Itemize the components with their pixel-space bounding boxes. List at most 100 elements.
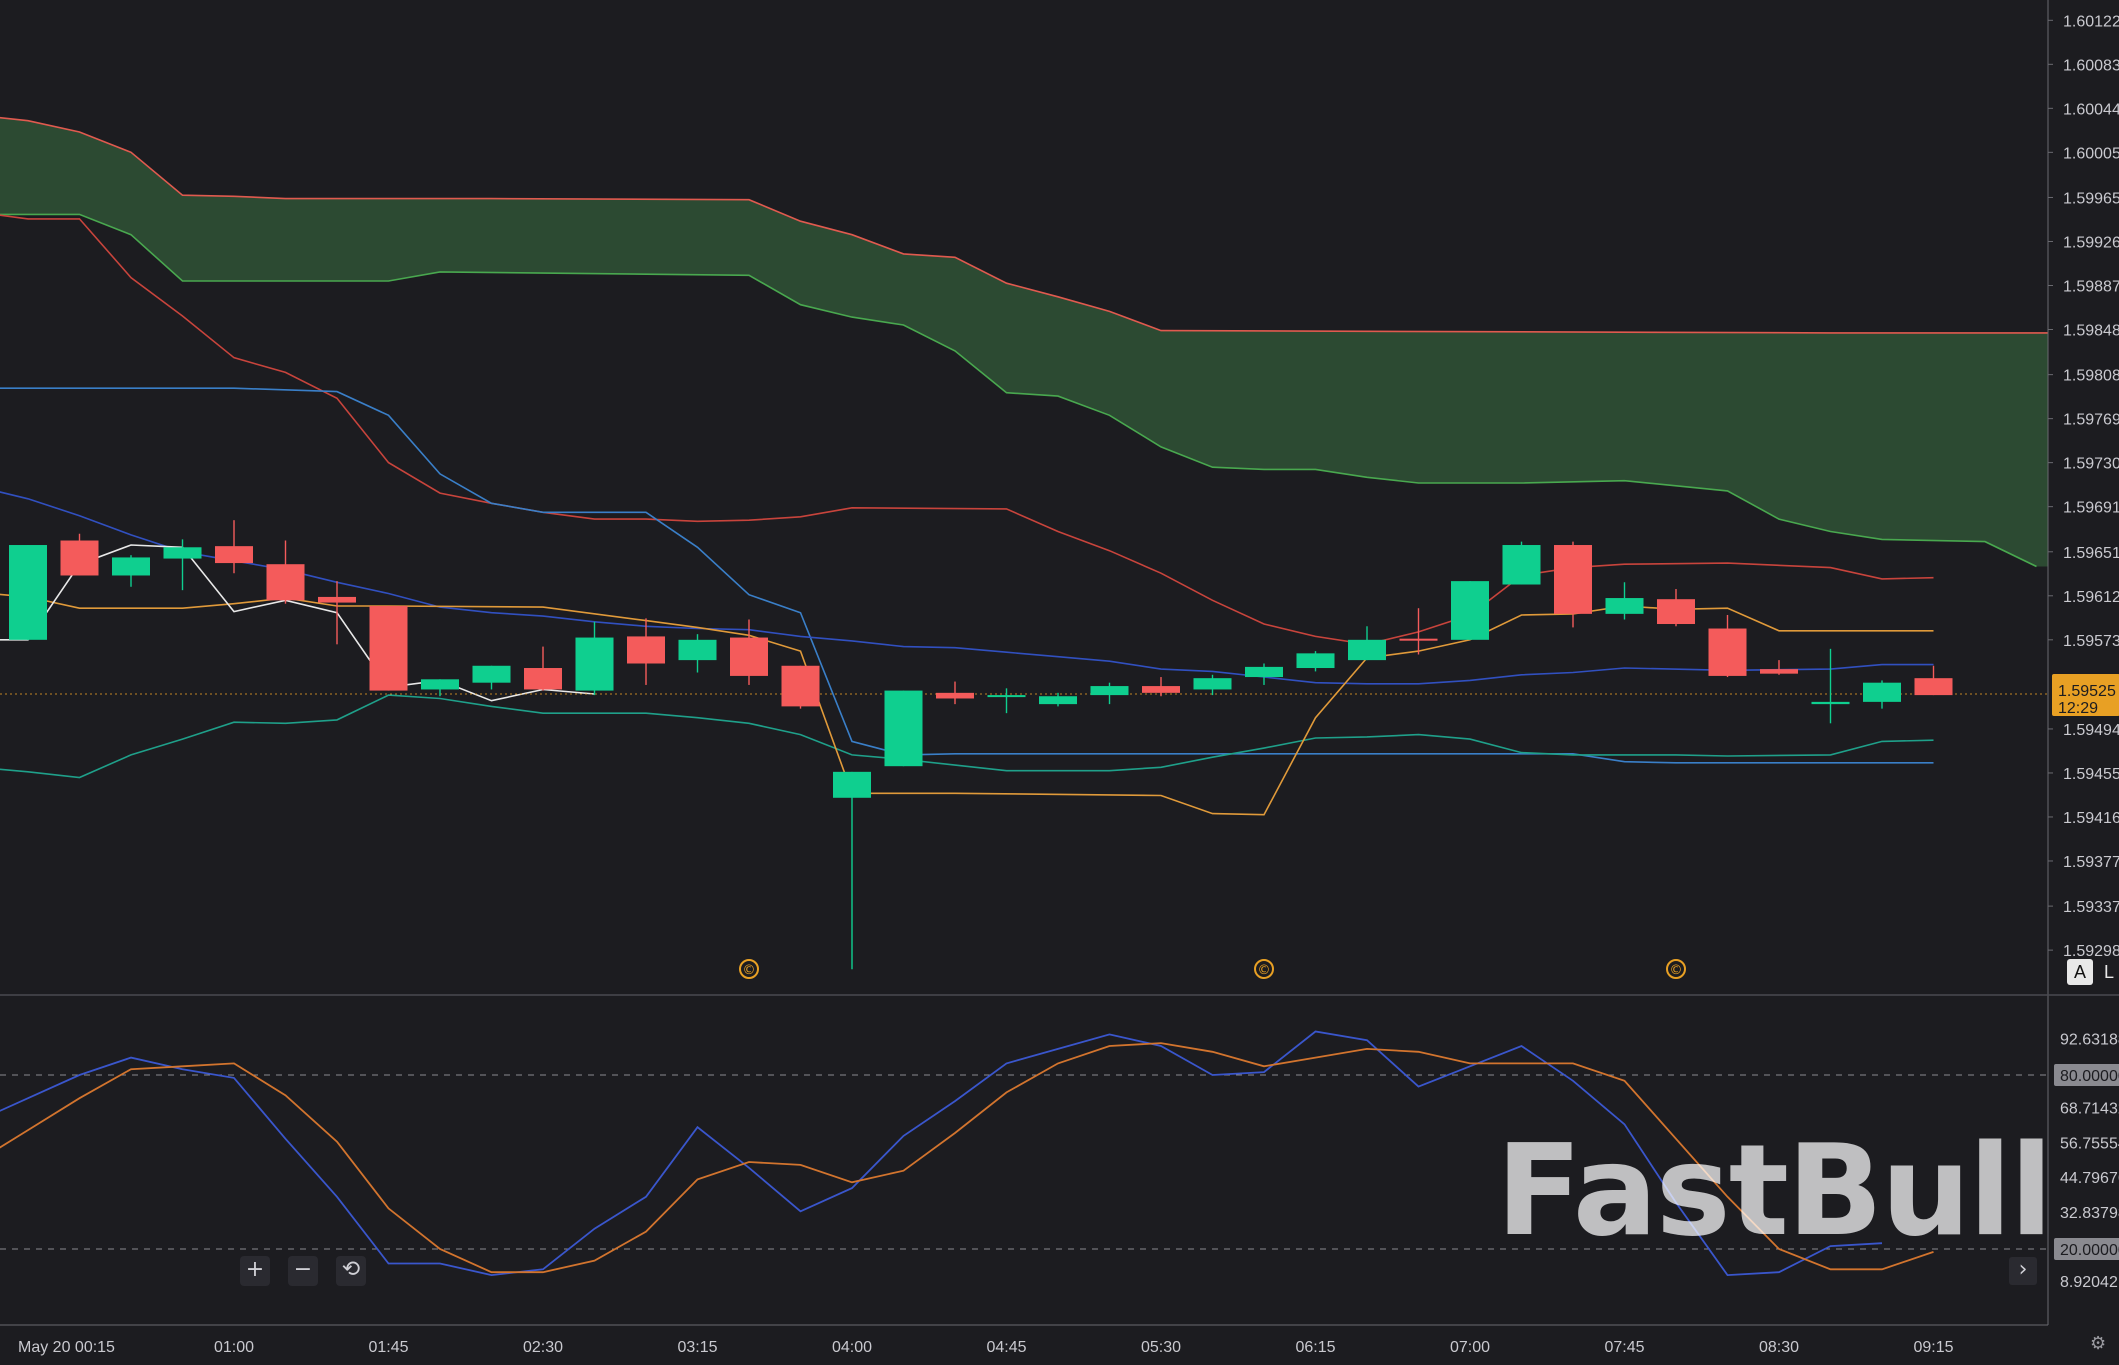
price-tick-label: 1.59416	[2063, 810, 2119, 827]
candle-body	[1039, 696, 1077, 705]
candle-body	[1451, 581, 1489, 640]
countdown-label: 12:29	[2058, 700, 2098, 717]
candle	[369, 605, 408, 691]
candle-body	[1708, 628, 1747, 676]
candle-body	[421, 679, 459, 690]
last-price-label: 1.59525	[2058, 683, 2116, 700]
time-tick-label: 02:30	[523, 1339, 563, 1356]
price-tick-label: 1.59769	[2063, 412, 2119, 429]
price-tick-label: 1.59494	[2063, 722, 2119, 739]
oscillator-tick-label: 8.92042	[2060, 1274, 2118, 1291]
candle-body	[369, 605, 408, 691]
candle-body	[112, 557, 150, 576]
candle-body	[884, 690, 923, 767]
price-tick-label: 1.59808	[2063, 368, 2119, 385]
time-tick-label: May 20 00:15	[18, 1339, 115, 1356]
event-marker-label: ©	[1258, 963, 1271, 978]
oscillator-tick-label: 44.79676	[2060, 1170, 2119, 1187]
candle-body	[472, 665, 511, 683]
candle-body	[730, 637, 768, 676]
scroll-right-button[interactable]: ›	[2009, 1257, 2037, 1285]
price-tick-label: 1.59691	[2063, 500, 2119, 517]
price-tick-label: 1.59651	[2063, 545, 2119, 562]
time-tick-label: 05:30	[1141, 1339, 1181, 1356]
candle-body	[936, 692, 974, 699]
gear-icon[interactable]: ⚙	[2090, 1333, 2106, 1354]
price-tick-label: 1.59573	[2063, 633, 2119, 650]
candle-body	[163, 547, 202, 559]
brand-watermark: FastBull	[1496, 1117, 2053, 1264]
price-tick-label: 1.60044	[2063, 101, 2119, 118]
candle-body	[9, 545, 47, 640]
time-tick-label: 07:45	[1604, 1339, 1644, 1356]
candle	[884, 690, 923, 767]
candle-body	[1142, 686, 1180, 693]
oscillator-tick-label: 80.00000	[2060, 1068, 2119, 1085]
price-tick-label: 1.59612	[2063, 589, 2119, 606]
event-marker: ©	[739, 959, 759, 979]
oscillator-tick-label: 68.71432	[2060, 1101, 2119, 1118]
price-tick-label: 1.60005	[2063, 145, 2119, 162]
candle-body	[1657, 599, 1695, 625]
oscillator-tick-label: 20.00000	[2060, 1242, 2119, 1259]
event-marker-label: ©	[743, 963, 756, 978]
oscillator-tick-label: 92.63188	[2060, 1031, 2119, 1048]
zoom-out-button[interactable]: −	[288, 1256, 318, 1286]
candle	[1502, 541, 1541, 585]
candle-body	[1760, 669, 1798, 674]
price-tick-label: 1.60083	[2063, 57, 2119, 74]
candle	[1451, 581, 1489, 640]
price-tick-label: 1.59298	[2063, 943, 2119, 960]
candle-body	[1399, 638, 1438, 641]
candle-body	[1296, 653, 1335, 669]
time-tick-label: 04:00	[832, 1339, 872, 1356]
candle	[781, 665, 820, 709]
price-tick-label: 1.59377	[2063, 854, 2119, 871]
candle-body	[627, 636, 665, 664]
candle-body	[678, 639, 717, 661]
time-tick-label: 03:15	[677, 1339, 717, 1356]
price-tick-label: 1.59455	[2063, 766, 2119, 783]
candle-body	[1348, 639, 1386, 661]
candle-body	[215, 546, 253, 564]
time-tick-label: 07:00	[1450, 1339, 1490, 1356]
auto-scale-button[interactable]: A	[2067, 959, 2093, 985]
candle-body	[781, 665, 820, 707]
candle-body	[1554, 545, 1592, 614]
price-tick-label: 1.59337	[2063, 899, 2119, 916]
price-tick-label: 1.59926	[2063, 234, 2119, 251]
candle-body	[266, 564, 305, 601]
log-scale-button[interactable]: L	[2096, 959, 2119, 985]
candle	[9, 545, 47, 640]
zoom-in-button[interactable]: +	[240, 1256, 270, 1286]
candle-body	[833, 771, 871, 798]
event-marker: ©	[1254, 959, 1274, 979]
candle-body	[1502, 545, 1541, 585]
time-tick-label: 04:45	[986, 1339, 1026, 1356]
candle-body	[1811, 701, 1850, 705]
price-tick-label: 1.59887	[2063, 278, 2119, 295]
time-tick-label: 06:15	[1295, 1339, 1335, 1356]
time-tick-label: 09:15	[1913, 1339, 1953, 1356]
candle-body	[1914, 678, 1953, 696]
price-tick-label: 1.59730	[2063, 456, 2119, 473]
candle-body	[1193, 678, 1232, 690]
price-tick-label: 1.59965	[2063, 190, 2119, 207]
time-tick-label: 01:00	[214, 1339, 254, 1356]
candle-body	[987, 695, 1026, 698]
reset-view-button[interactable]: ⟲	[336, 1256, 366, 1286]
price-tick-label: 1.59848	[2063, 322, 2119, 339]
event-marker: ©	[1666, 959, 1686, 979]
oscillator-tick-label: 32.83798	[2060, 1205, 2119, 1222]
candle-body	[1090, 686, 1129, 696]
event-marker-label: ©	[1670, 963, 1683, 978]
candle-body	[524, 668, 562, 690]
candle-body	[1605, 598, 1644, 614]
price-axis[interactable]: 1.60122 1.60083 1.60044 1.60005 1.59965 1.599…	[2047, 0, 2119, 1325]
time-tick-label: 08:30	[1759, 1339, 1799, 1356]
candle-body	[575, 637, 614, 691]
candle-body	[1863, 682, 1901, 702]
candle-body	[60, 540, 99, 576]
oscillator-tick-label: 56.75554	[2060, 1135, 2119, 1152]
price-tick-label: 1.60122	[2063, 13, 2119, 30]
